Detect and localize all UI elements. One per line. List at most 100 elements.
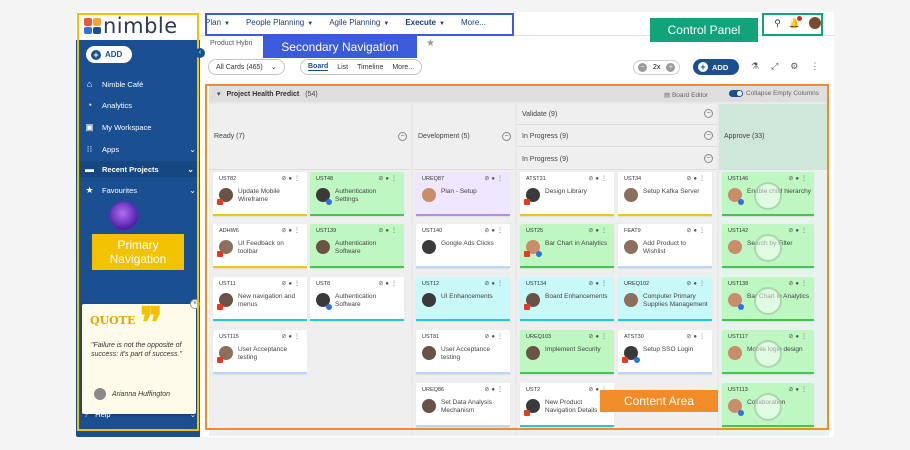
nav-plan[interactable]: Plan ▼: [205, 18, 230, 27]
ai-assistant-orb[interactable]: [110, 202, 138, 230]
card-title: UI Feedback on toolbar: [238, 240, 284, 255]
collapse-column-icon[interactable]: −: [502, 132, 511, 141]
card-actions-icon[interactable]: ⊘●⋮: [788, 175, 809, 182]
swimlane-title: Project Health Predict: [226, 90, 300, 98]
sidebar-item-favourites[interactable]: ★ Favourites ⌄: [84, 182, 196, 198]
card-actions-icon[interactable]: ⊘●⋮: [686, 333, 707, 340]
kanban-card[interactable]: ATST31 ⊘●⋮ Design Library: [520, 172, 614, 216]
kanban-card[interactable]: UST48 ⊘●⋮ Authentication Settings: [310, 172, 404, 216]
avatar: [624, 188, 638, 202]
card-actions-icon[interactable]: ⊘●⋮: [484, 175, 505, 182]
breadcrumb[interactable]: Product Hybri: [210, 40, 252, 47]
card-actions-icon[interactable]: ⊘●⋮: [484, 386, 505, 393]
close-icon[interactable]: ×: [190, 299, 200, 309]
sidebar-collapse-icon[interactable]: ‹: [195, 48, 205, 58]
sidebar-item-recent-projects[interactable]: ▬ Recent Projects ⌄: [76, 161, 200, 177]
kanban-card[interactable]: UST117⊘●⋮Mobile login design: [722, 330, 814, 374]
card-actions-icon[interactable]: ⊘●⋮: [588, 333, 609, 340]
kanban-card[interactable]: UST113⊘●⋮Collaboration: [722, 383, 814, 427]
collapse-column-icon[interactable]: −: [704, 154, 713, 163]
kanban-card[interactable]: UST34 ⊘●⋮ Setup Kafka Server: [618, 172, 712, 216]
card-actions-icon[interactable]: ⊘●⋮: [588, 280, 609, 287]
kanban-card[interactable]: UREQ86 ⊘●⋮ Set Data Analysis Mechanism: [416, 383, 510, 427]
kanban-card[interactable]: UST12 ⊘●⋮ UI Enhancements: [416, 277, 510, 321]
card-actions-icon[interactable]: ⊘●⋮: [788, 333, 809, 340]
favorite-star-icon[interactable]: ★: [426, 38, 435, 49]
board-editor-link[interactable]: ▤ Board Editor: [664, 91, 708, 99]
tab-list[interactable]: List: [337, 64, 348, 71]
kanban-card[interactable]: UST140 ⊘●⋮ Google Ads Clicks: [416, 224, 510, 268]
nimble-logo-icon: [84, 18, 101, 34]
nav-more[interactable]: More...: [461, 18, 486, 27]
tab-more[interactable]: More...: [392, 64, 414, 71]
card-actions-icon[interactable]: ⊘●⋮: [788, 280, 809, 287]
kanban-card[interactable]: FEAT9 ⊘●⋮ Add Product to Wishlist: [618, 224, 712, 268]
kanban-card[interactable]: ATST30 ⊘●⋮ Setup SSO Login: [618, 330, 712, 374]
avatar: [422, 293, 436, 307]
card-actions-icon[interactable]: ⊘●⋮: [281, 175, 302, 182]
kanban-card[interactable]: UST139 ⊘●⋮ Authentication Software: [310, 224, 404, 268]
kanban-card[interactable]: UST134 ⊘●⋮ Board Enhancements: [520, 277, 614, 321]
card-actions-icon[interactable]: ⊘●⋮: [686, 175, 707, 182]
kanban-card[interactable]: UST138⊘●⋮Bar Chart in Analytics: [722, 277, 814, 321]
kanban-card[interactable]: UST25 ⊘●⋮ Bar Chart in Analytics: [520, 224, 614, 268]
collapse-column-icon[interactable]: −: [398, 132, 407, 141]
search-icon[interactable]: ⚲: [774, 18, 781, 29]
kanban-card[interactable]: UST11 ⊘●⋮ New navigation and menus: [213, 277, 307, 321]
card-actions-icon[interactable]: ⊘●⋮: [378, 227, 399, 234]
nav-execute[interactable]: Execute ▼: [405, 18, 445, 27]
card-actions-icon[interactable]: ⊘●⋮: [788, 386, 809, 393]
drop-target-icon: [754, 287, 782, 315]
card-filter-select[interactable]: All Cards (465) ⌄: [208, 59, 285, 75]
nav-label: People Planning: [245, 18, 305, 27]
card-actions-icon[interactable]: ⊘●⋮: [281, 280, 302, 287]
card-actions-icon[interactable]: ⊘●⋮: [686, 280, 707, 287]
card-actions-icon[interactable]: ⊘●⋮: [484, 280, 505, 287]
collapse-column-icon[interactable]: −: [704, 109, 713, 118]
notification-bell-icon[interactable]: 🔔: [789, 15, 802, 29]
kanban-card[interactable]: UST115 ⊘●⋮ User Acceptance testing: [213, 330, 307, 374]
card-actions-icon[interactable]: ⊘●⋮: [484, 227, 505, 234]
card-actions-icon[interactable]: ⊘●⋮: [588, 227, 609, 234]
zoom-in-icon[interactable]: +: [666, 63, 676, 72]
tab-timeline[interactable]: Timeline: [357, 64, 383, 71]
kanban-card[interactable]: UREQ102 ⊘●⋮ Computer Primary Supplies Mana…: [618, 277, 712, 321]
sidebar-item-apps[interactable]: ⁝⁝ Apps ⌄: [84, 141, 196, 157]
card-title: User Acceptance testing: [441, 346, 491, 361]
more-vertical-icon[interactable]: ⋮: [810, 61, 819, 72]
sidebar-item-nimble-cafe[interactable]: ⌂ Nimble Café: [84, 76, 196, 92]
user-avatar[interactable]: [808, 16, 822, 30]
kanban-card[interactable]: UREQ103 ⊘●⋮ Implement Security: [520, 330, 614, 374]
collapse-column-icon[interactable]: −: [704, 131, 713, 140]
card-actions-icon[interactable]: ⊘●⋮: [588, 175, 609, 182]
collapse-empty-toggle[interactable]: Collapse Empty Columns: [729, 90, 819, 97]
kanban-card[interactable]: UST81 ⊘●⋮ User Acceptance testing: [416, 330, 510, 374]
quote-author: Arianna Huffington: [94, 388, 170, 400]
sidebar-item-analytics[interactable]: ◔ Analytics: [84, 97, 196, 113]
card-actions-icon[interactable]: ⊘●⋮: [686, 227, 707, 234]
settings-icon[interactable]: ⚙: [790, 61, 798, 72]
kanban-card[interactable]: ADHW6 ⊘●⋮ UI Feedback on toolbar: [213, 224, 307, 268]
zoom-out-icon[interactable]: −: [638, 63, 647, 72]
card-actions-icon[interactable]: ⊘●⋮: [484, 333, 505, 340]
kanban-card[interactable]: UST142⊘●⋮Search by Filter: [722, 224, 814, 268]
sidebar-add-button[interactable]: + ADD: [86, 46, 132, 63]
sidebar-item-help[interactable]: ? Help ⌄: [84, 410, 196, 419]
kanban-card[interactable]: UST8 ⊘●⋮ Authentication Software: [310, 277, 404, 321]
expand-icon[interactable]: ⤢: [771, 61, 778, 72]
kanban-card[interactable]: UREQ87 ⊘●⋮ Plan - Setup: [416, 172, 510, 216]
kanban-card[interactable]: UST146⊘●⋮Enable child hierarchy: [722, 172, 814, 216]
kanban-card[interactable]: UST82 ⊘●⋮ Update Mobile Wireframe: [213, 172, 307, 216]
tab-board[interactable]: Board: [308, 63, 329, 71]
card-actions-icon[interactable]: ⊘●⋮: [281, 333, 302, 340]
card-actions-icon[interactable]: ⊘●⋮: [281, 227, 302, 234]
card-actions-icon[interactable]: ⊘●⋮: [378, 175, 399, 182]
filter-icon[interactable]: ⚗: [751, 61, 759, 72]
nimble-logo[interactable]: nimble: [76, 12, 200, 40]
card-actions-icon[interactable]: ⊘●⋮: [788, 227, 809, 234]
nav-people-planning[interactable]: People Planning ▼: [246, 18, 313, 27]
card-actions-icon[interactable]: ⊘●⋮: [378, 280, 399, 287]
add-card-button[interactable]: + ADD: [693, 59, 739, 75]
nav-agile-planning[interactable]: Agile Planning ▼: [329, 18, 389, 27]
sidebar-item-my-workspace[interactable]: ▣ My Workspace: [84, 119, 196, 135]
